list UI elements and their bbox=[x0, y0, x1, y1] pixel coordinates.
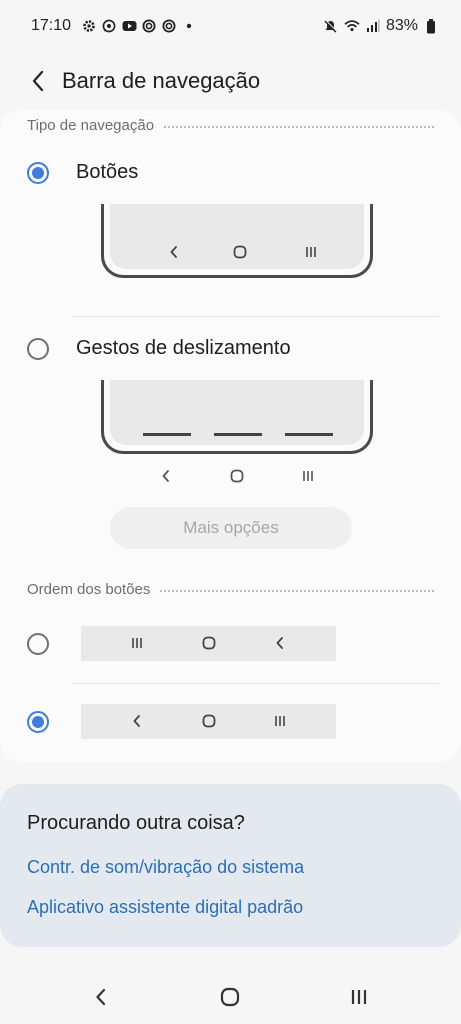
preview-screen bbox=[110, 204, 364, 269]
home-icon bbox=[225, 466, 249, 486]
status-time: 17:10 bbox=[31, 17, 72, 34]
recents-icon bbox=[125, 633, 149, 653]
signal-icon bbox=[365, 18, 381, 34]
section-header-button-order: Ordem dos botões bbox=[27, 581, 434, 598]
section-divider bbox=[164, 125, 434, 128]
preview-buttons-phone bbox=[101, 204, 373, 278]
home-icon bbox=[228, 242, 252, 262]
radio-gestures-option[interactable] bbox=[27, 338, 49, 360]
back-icon bbox=[162, 242, 186, 262]
option-label-gestures[interactable]: Gestos de deslizamento bbox=[76, 337, 291, 360]
help-card: Procurando outra coisa? Contr. de som/vi… bbox=[0, 784, 461, 947]
sync-icon bbox=[161, 18, 177, 34]
gear-icon bbox=[81, 18, 97, 34]
recents-icon[interactable] bbox=[346, 984, 372, 1010]
recents-icon bbox=[268, 711, 292, 731]
status-bar: 17:10 83% bbox=[0, 0, 461, 52]
home-icon bbox=[197, 711, 221, 731]
divider bbox=[72, 316, 439, 317]
section-header-navigation-type: Tipo de navegação bbox=[27, 117, 434, 134]
back-icon[interactable] bbox=[88, 984, 114, 1010]
section-title: Ordem dos botões bbox=[27, 581, 151, 598]
page-title: Barra de navegação bbox=[62, 68, 261, 93]
back-icon bbox=[154, 466, 178, 486]
status-right: 83% bbox=[323, 17, 439, 35]
mute-icon bbox=[323, 18, 339, 34]
section-title: Tipo de navegação bbox=[27, 117, 155, 134]
preview-screen bbox=[110, 380, 364, 445]
help-title: Procurando outra coisa? bbox=[27, 812, 245, 834]
gesture-hint-bar bbox=[214, 433, 262, 436]
recents-icon bbox=[296, 466, 320, 486]
gesture-hint-bar bbox=[285, 433, 333, 436]
home-icon[interactable] bbox=[217, 984, 243, 1010]
home-icon bbox=[197, 633, 221, 653]
link-digital-assistant[interactable]: Aplicativo assistente digital padrão bbox=[27, 897, 303, 918]
back-icon bbox=[125, 711, 149, 731]
battery-icon bbox=[423, 18, 439, 34]
youtube-icon bbox=[121, 18, 137, 34]
divider bbox=[72, 683, 439, 684]
radio-buttons-option[interactable] bbox=[27, 162, 49, 184]
chevron-left-icon bbox=[32, 70, 44, 92]
status-left: 17:10 bbox=[31, 17, 197, 35]
preview-gestures-phone bbox=[101, 380, 373, 454]
link-sound-vibration[interactable]: Contr. de som/vibração do sistema bbox=[27, 857, 304, 878]
recents-icon bbox=[299, 242, 323, 262]
option-label-buttons[interactable]: Botões bbox=[76, 161, 138, 184]
gesture-hint-bar bbox=[143, 433, 191, 436]
sync-icon bbox=[141, 18, 157, 34]
back-icon bbox=[268, 633, 292, 653]
battery-percent: 83% bbox=[385, 17, 418, 34]
radio-order-recents-home-back[interactable] bbox=[27, 633, 49, 655]
order-preview-recents-home-back[interactable] bbox=[81, 626, 336, 661]
radio-order-back-home-recents[interactable] bbox=[27, 711, 49, 733]
section-divider bbox=[160, 589, 434, 592]
app-bar: Barra de navegação bbox=[0, 52, 461, 110]
dot-icon bbox=[181, 18, 197, 34]
wifi-icon bbox=[344, 18, 360, 34]
system-navigation-bar bbox=[0, 960, 461, 1024]
navigation-settings-card: Tipo de navegação Botões Gestos de desli… bbox=[0, 110, 461, 762]
back-button[interactable] bbox=[18, 61, 58, 101]
whatsapp-icon bbox=[101, 18, 117, 34]
more-options-button: Mais opções bbox=[110, 507, 352, 549]
order-preview-back-home-recents[interactable] bbox=[81, 704, 336, 739]
